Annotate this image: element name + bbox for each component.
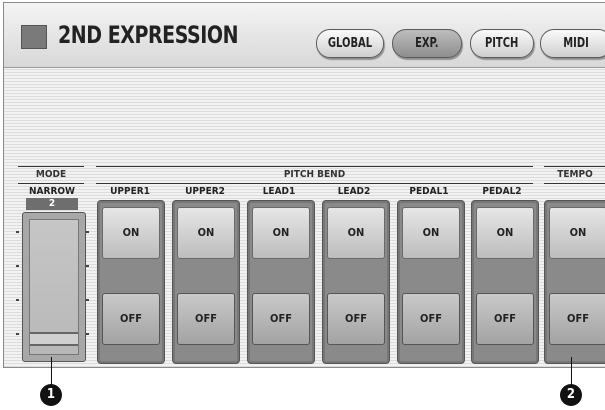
lead2-on-button[interactable]: ON bbox=[327, 207, 385, 259]
callout-2: 2 bbox=[560, 384, 582, 406]
tab-global[interactable]: GLOBAL bbox=[316, 29, 384, 58]
pedal1-off-button[interactable]: OFF bbox=[402, 293, 460, 345]
title-bar: 2ND EXPRESSION GLOBAL EXP. PITCH MIDI bbox=[4, 3, 605, 68]
callout-line-2 bbox=[571, 357, 572, 387]
tempo-group-line bbox=[544, 166, 605, 167]
pitch-bend-group-line bbox=[96, 166, 533, 167]
slider-tick bbox=[86, 231, 89, 233]
column-label-upper2: UPPER2 bbox=[185, 186, 225, 197]
tempo-group-underline bbox=[544, 183, 605, 184]
pitch-bend-group-underline bbox=[96, 183, 533, 184]
column-label-pedal1: PEDAL1 bbox=[409, 186, 449, 197]
callout-1: 1 bbox=[40, 384, 62, 406]
upper1-on-button[interactable]: ON bbox=[102, 207, 160, 259]
pedal2-off-button[interactable]: OFF bbox=[476, 293, 534, 345]
slider-track-inner bbox=[29, 219, 79, 355]
column-label-pedal2: PEDAL2 bbox=[482, 186, 522, 197]
slider-handle[interactable] bbox=[30, 332, 78, 346]
page-icon bbox=[21, 25, 47, 49]
pedal1-on-button[interactable]: ON bbox=[402, 207, 460, 259]
mode-group-underline bbox=[18, 183, 84, 184]
card-upper2: ON OFF bbox=[172, 200, 240, 364]
upper1-off-button[interactable]: OFF bbox=[102, 293, 160, 345]
upper2-off-button[interactable]: OFF bbox=[177, 293, 235, 345]
tempo-on-button[interactable]: ON bbox=[549, 207, 605, 259]
callout-line-1 bbox=[51, 357, 52, 387]
mode-group-line bbox=[18, 166, 84, 167]
mode-slider[interactable] bbox=[22, 212, 86, 362]
slider-tick bbox=[16, 231, 19, 233]
mode-label: NARROW bbox=[29, 186, 75, 197]
page-title: 2ND EXPRESSION bbox=[58, 21, 239, 49]
slider-tick bbox=[16, 299, 19, 301]
pitch-bend-group-label: PITCH BEND bbox=[283, 169, 346, 180]
screen-panel: 2ND EXPRESSION GLOBAL EXP. PITCH MIDI MO… bbox=[3, 2, 605, 368]
card-pedal1: ON OFF bbox=[397, 200, 465, 364]
slider-tick bbox=[16, 265, 19, 267]
column-label-lead1: LEAD1 bbox=[262, 186, 296, 197]
lead1-off-button[interactable]: OFF bbox=[252, 293, 310, 345]
slider-tick bbox=[86, 333, 89, 335]
tempo-group-label: TEMPO bbox=[557, 169, 593, 180]
pedal2-on-button[interactable]: ON bbox=[476, 207, 534, 259]
upper2-on-button[interactable]: ON bbox=[177, 207, 235, 259]
column-label-upper1: UPPER1 bbox=[110, 186, 150, 197]
column-label-lead2: LEAD2 bbox=[337, 186, 371, 197]
card-tempo: ON OFF bbox=[544, 200, 605, 364]
slider-tick bbox=[86, 265, 89, 267]
card-pedal2: ON OFF bbox=[471, 200, 539, 364]
slider-tick bbox=[16, 333, 19, 335]
mode-group-label: MODE bbox=[35, 169, 67, 180]
lead2-off-button[interactable]: OFF bbox=[327, 293, 385, 345]
lead1-on-button[interactable]: ON bbox=[252, 207, 310, 259]
tab-pitch[interactable]: PITCH bbox=[470, 29, 534, 58]
tab-midi[interactable]: MIDI bbox=[540, 29, 605, 58]
card-lead2: ON OFF bbox=[322, 200, 390, 364]
tab-exp[interactable]: EXP. bbox=[392, 29, 462, 58]
tempo-off-button[interactable]: OFF bbox=[549, 293, 605, 345]
mode-value: 2 bbox=[26, 198, 78, 210]
card-lead1: ON OFF bbox=[247, 200, 315, 364]
slider-tick bbox=[86, 299, 89, 301]
card-upper1: ON OFF bbox=[97, 200, 165, 364]
